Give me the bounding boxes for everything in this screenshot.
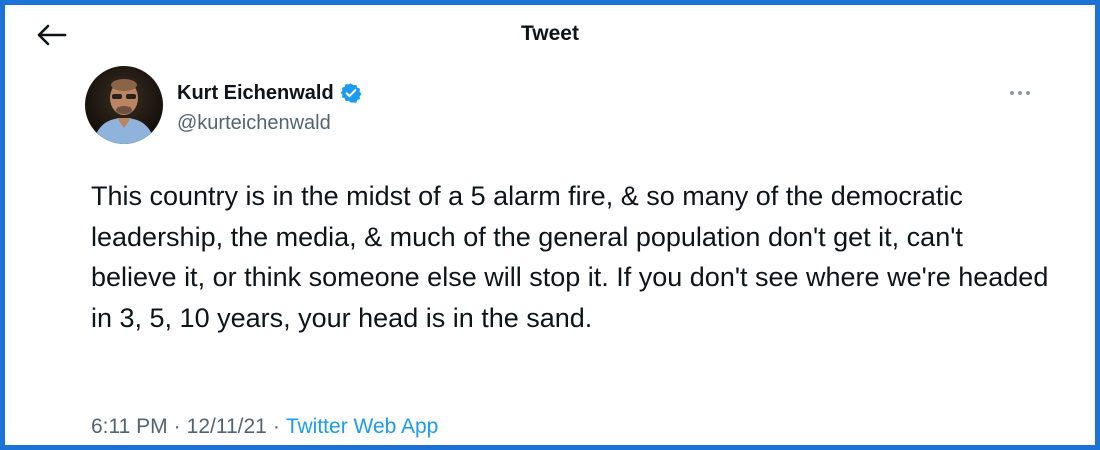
tweet-date[interactable]: 12/11/21 (187, 415, 267, 438)
tweet-source-link[interactable]: Twitter Web App (286, 415, 439, 438)
page-title: Tweet (521, 22, 579, 45)
verified-badge-icon (340, 83, 362, 103)
header-bar: Tweet (5, 5, 1095, 63)
more-options-button[interactable] (1005, 83, 1035, 103)
tweet-text: This country is in the midst of a 5 alar… (91, 181, 1049, 333)
user-handle[interactable]: @kurteichenwald (177, 112, 362, 135)
avatar-image (85, 66, 163, 144)
avatar[interactable] (85, 66, 163, 144)
meta-separator-2: · (272, 415, 280, 438)
tweet-time[interactable]: 6:11 PM (91, 415, 168, 438)
meta-separator: · (173, 415, 181, 438)
author-info: Kurt Eichenwald @kurteichenwald (177, 80, 362, 135)
display-name-row: Kurt Eichenwald (177, 80, 362, 106)
tweet-frame: Tweet Kurt Eichenwald @kurteichenwald Th… (0, 0, 1100, 450)
display-name[interactable]: Kurt Eichenwald (177, 82, 334, 105)
tweet-metadata: 6:11 PM · 12/11/21 · Twitter Web App (91, 415, 438, 439)
more-horizontal-icon (1010, 91, 1030, 95)
